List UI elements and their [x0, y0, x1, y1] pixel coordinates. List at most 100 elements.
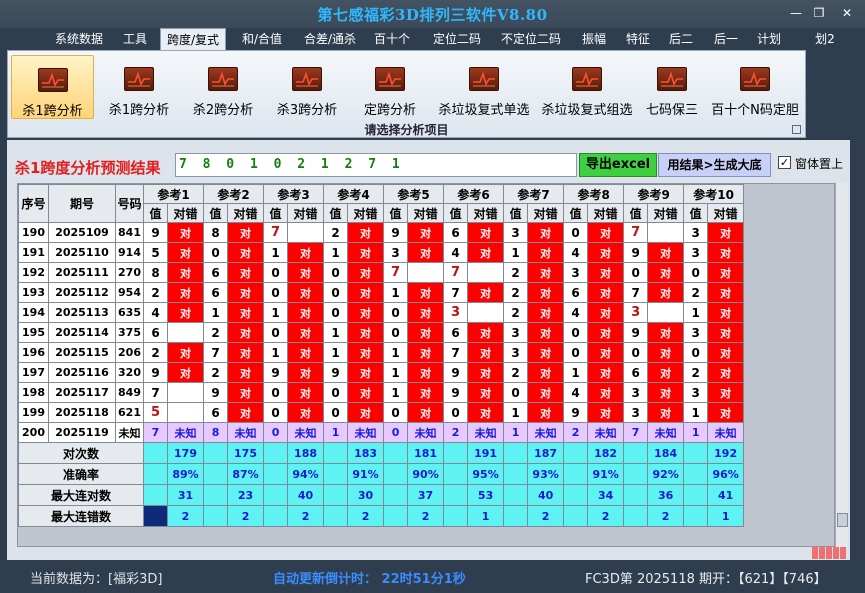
generate-base-button[interactable]: 用结果>生成大底 — [658, 153, 771, 177]
table-row[interactable]: 192 2025111 270 8 对 6 对 0 对 0 对 7 7 2 对 3 对 0 对 0 对 — [18, 262, 745, 283]
cell-check: 对 — [707, 302, 745, 323]
cell-number: 270 — [115, 262, 144, 283]
cell-seq: 198 — [18, 382, 49, 403]
stats-spacer — [383, 505, 409, 527]
cell-value: 7 — [263, 222, 289, 243]
ribbon-button[interactable]: 杀1跨分析 — [96, 55, 182, 119]
menu-tab[interactable]: 划2 — [808, 28, 842, 50]
stats-spacer — [683, 484, 709, 506]
ribbon-button[interactable]: 定跨分析 — [348, 55, 432, 119]
table-row-pending[interactable]: 200 2025119 未知 7 未知 8 未知 0 未知 1 未知 0 未知 2 未知 1 未知 2 未知 7 未知 1… — [18, 422, 745, 443]
menu-tab[interactable]: 工具 — [116, 28, 154, 50]
cell-check: 对 — [707, 262, 745, 283]
ribbon-button[interactable]: 七码保三 — [640, 55, 704, 119]
menu-tab[interactable]: 计划 — [750, 28, 788, 50]
table-row[interactable]: 196 2025115 206 2 对 7 对 1 对 1 对 1 对 7 对 3 对 0 对 0 对 0 对 — [18, 342, 745, 363]
cell-check: 未知 — [347, 422, 385, 443]
menu-tab[interactable]: 后二 — [662, 28, 700, 50]
menu-tab[interactable]: 合差/通杀 — [298, 28, 362, 50]
cell-value: 3 — [683, 322, 709, 343]
cell-value: 2 — [143, 342, 168, 363]
cell-value: 3 — [683, 242, 709, 263]
cell-check: 对 — [647, 402, 685, 423]
menu-tab[interactable]: 不定位二码 — [496, 28, 566, 50]
table-row[interactable]: 198 2025117 849 7 9 对 0 对 0 对 1 对 9 对 0 对 4 对 3 对 3 对 — [18, 382, 745, 403]
col-ref: 参考3 — [263, 184, 325, 204]
menu-tab[interactable]: 系统数据 — [50, 28, 108, 50]
cell-check: 对 — [227, 242, 265, 263]
col-seq: 序号 — [18, 184, 49, 223]
menu-tab[interactable]: 后一 — [706, 28, 746, 50]
stats-value: 93% — [527, 463, 565, 485]
cell-value: 4 — [143, 302, 168, 323]
table-row[interactable]: 190 2025109 841 9 对 8 对 7 2 对 9 对 6 对 3 对 0 对 7 3 对 — [18, 222, 745, 243]
vertical-scrollbar[interactable] — [835, 183, 848, 547]
table-row[interactable]: 195 2025114 375 6 2 对 0 对 1 对 0 对 6 对 3 对 0 对 9 对 3 对 — [18, 322, 745, 343]
cell-value: 6 — [563, 282, 589, 303]
ribbon-button[interactable]: 杀垃圾复式组选 — [538, 55, 636, 119]
cell-value: 0 — [683, 262, 709, 283]
cell-issue: 2025112 — [48, 282, 116, 303]
chart-icon — [740, 67, 770, 91]
result-field[interactable]: 7 8 0 1 0 2 1 2 7 1 — [175, 153, 577, 177]
cell-value: 0 — [203, 242, 229, 263]
chart-icon — [124, 67, 154, 91]
topmost-checkbox[interactable]: ✓ — [778, 156, 791, 169]
ribbon-button[interactable]: 杀垃圾复式单选 — [432, 55, 536, 119]
menu-tab[interactable]: 和/合值 — [236, 28, 288, 50]
stats-value: 1 — [707, 505, 745, 527]
table-row[interactable]: 199 2025118 621 5 6 对 0 对 0 对 0 对 0 对 1 对 9 对 3 对 1 对 — [18, 402, 745, 423]
stats-value: 2 — [227, 505, 265, 527]
menu-tab[interactable]: 百十个 — [370, 28, 414, 50]
stats-spacer — [323, 505, 349, 527]
restore-icon[interactable]: ❐ — [808, 5, 830, 21]
cell-value: 1 — [503, 242, 529, 263]
stats-spacer — [383, 442, 409, 464]
cell-value: 9 — [143, 362, 168, 383]
cell-number: 635 — [115, 302, 144, 323]
col-ref: 参考9 — [623, 184, 685, 204]
stats-spacer — [503, 463, 529, 485]
ribbon-button[interactable]: 百十个N码定胆 — [706, 55, 804, 119]
ribbon-button[interactable]: 杀3跨分析 — [264, 55, 350, 119]
stats-spacer — [263, 442, 289, 464]
stats-value: 179 — [166, 442, 205, 464]
cell-value: 0 — [383, 402, 409, 423]
stats-value: 41 — [707, 484, 745, 506]
scrollbar-thumb[interactable] — [837, 513, 848, 527]
ribbon-button[interactable]: 杀2跨分析 — [180, 55, 266, 119]
menu-tab[interactable]: 定位二码 — [428, 28, 486, 50]
table-row[interactable]: 191 2025110 914 5 对 0 对 1 对 1 对 3 对 4 对 1 对 4 对 9 对 3 对 — [18, 242, 745, 263]
cell-value: 1 — [563, 362, 589, 383]
stats-spacer — [443, 442, 469, 464]
table-row[interactable]: 193 2025112 954 2 对 6 对 0 对 0 对 1 对 7 对 2 对 6 对 7 对 2 对 — [18, 282, 745, 303]
close-icon[interactable]: ✕ — [836, 5, 858, 21]
dialog-launcher-icon[interactable] — [792, 125, 801, 134]
menu-tab[interactable]: 跨度/复式 — [160, 28, 226, 51]
menu-tab[interactable]: 振幅 — [574, 28, 614, 50]
progress-indicator — [812, 547, 848, 559]
cell-value: 0 — [623, 342, 649, 363]
table-row[interactable]: 194 2025113 635 4 对 1 对 1 对 0 对 0 对 3 2 对 4 对 3 1 对 — [18, 302, 745, 323]
cell-issue: 2025116 — [48, 362, 116, 383]
stats-value: 175 — [227, 442, 265, 464]
cell-check: 对 — [166, 242, 205, 263]
analysis-grid: 序号 期号 号码 参考1 参考2 参考3 参考4 参考5 参考6 参考7 参考8 参考9 参考10 值对错… — [17, 183, 835, 547]
cell-check — [407, 262, 445, 283]
cell-value: 2 — [323, 222, 349, 243]
stats-row: 最大连错数 2 2 2 2 2 1 2 2 2 1 — [18, 505, 745, 527]
cell-value: 1 — [323, 242, 349, 263]
col-ref: 参考8 — [563, 184, 625, 204]
cell-check: 对 — [467, 242, 505, 263]
minimize-icon[interactable]: — — [785, 5, 807, 21]
export-excel-button[interactable]: 导出excel — [579, 153, 657, 177]
cell-value: 2 — [503, 362, 529, 383]
cell-value: 0 — [263, 422, 289, 443]
table-row[interactable]: 197 2025116 320 9 对 2 对 9 对 9 对 1 对 9 对 2 对 1 对 6 对 2 对 — [18, 362, 745, 383]
stats-value: 184 — [647, 442, 685, 464]
cell-check: 对 — [227, 382, 265, 403]
ribbon-button[interactable]: 杀1跨分析 — [11, 55, 94, 119]
ribbon-button-label: 杀2跨分析 — [192, 103, 254, 118]
menu-tab[interactable]: 特征 — [618, 28, 658, 50]
cell-check: 对 — [227, 362, 265, 383]
